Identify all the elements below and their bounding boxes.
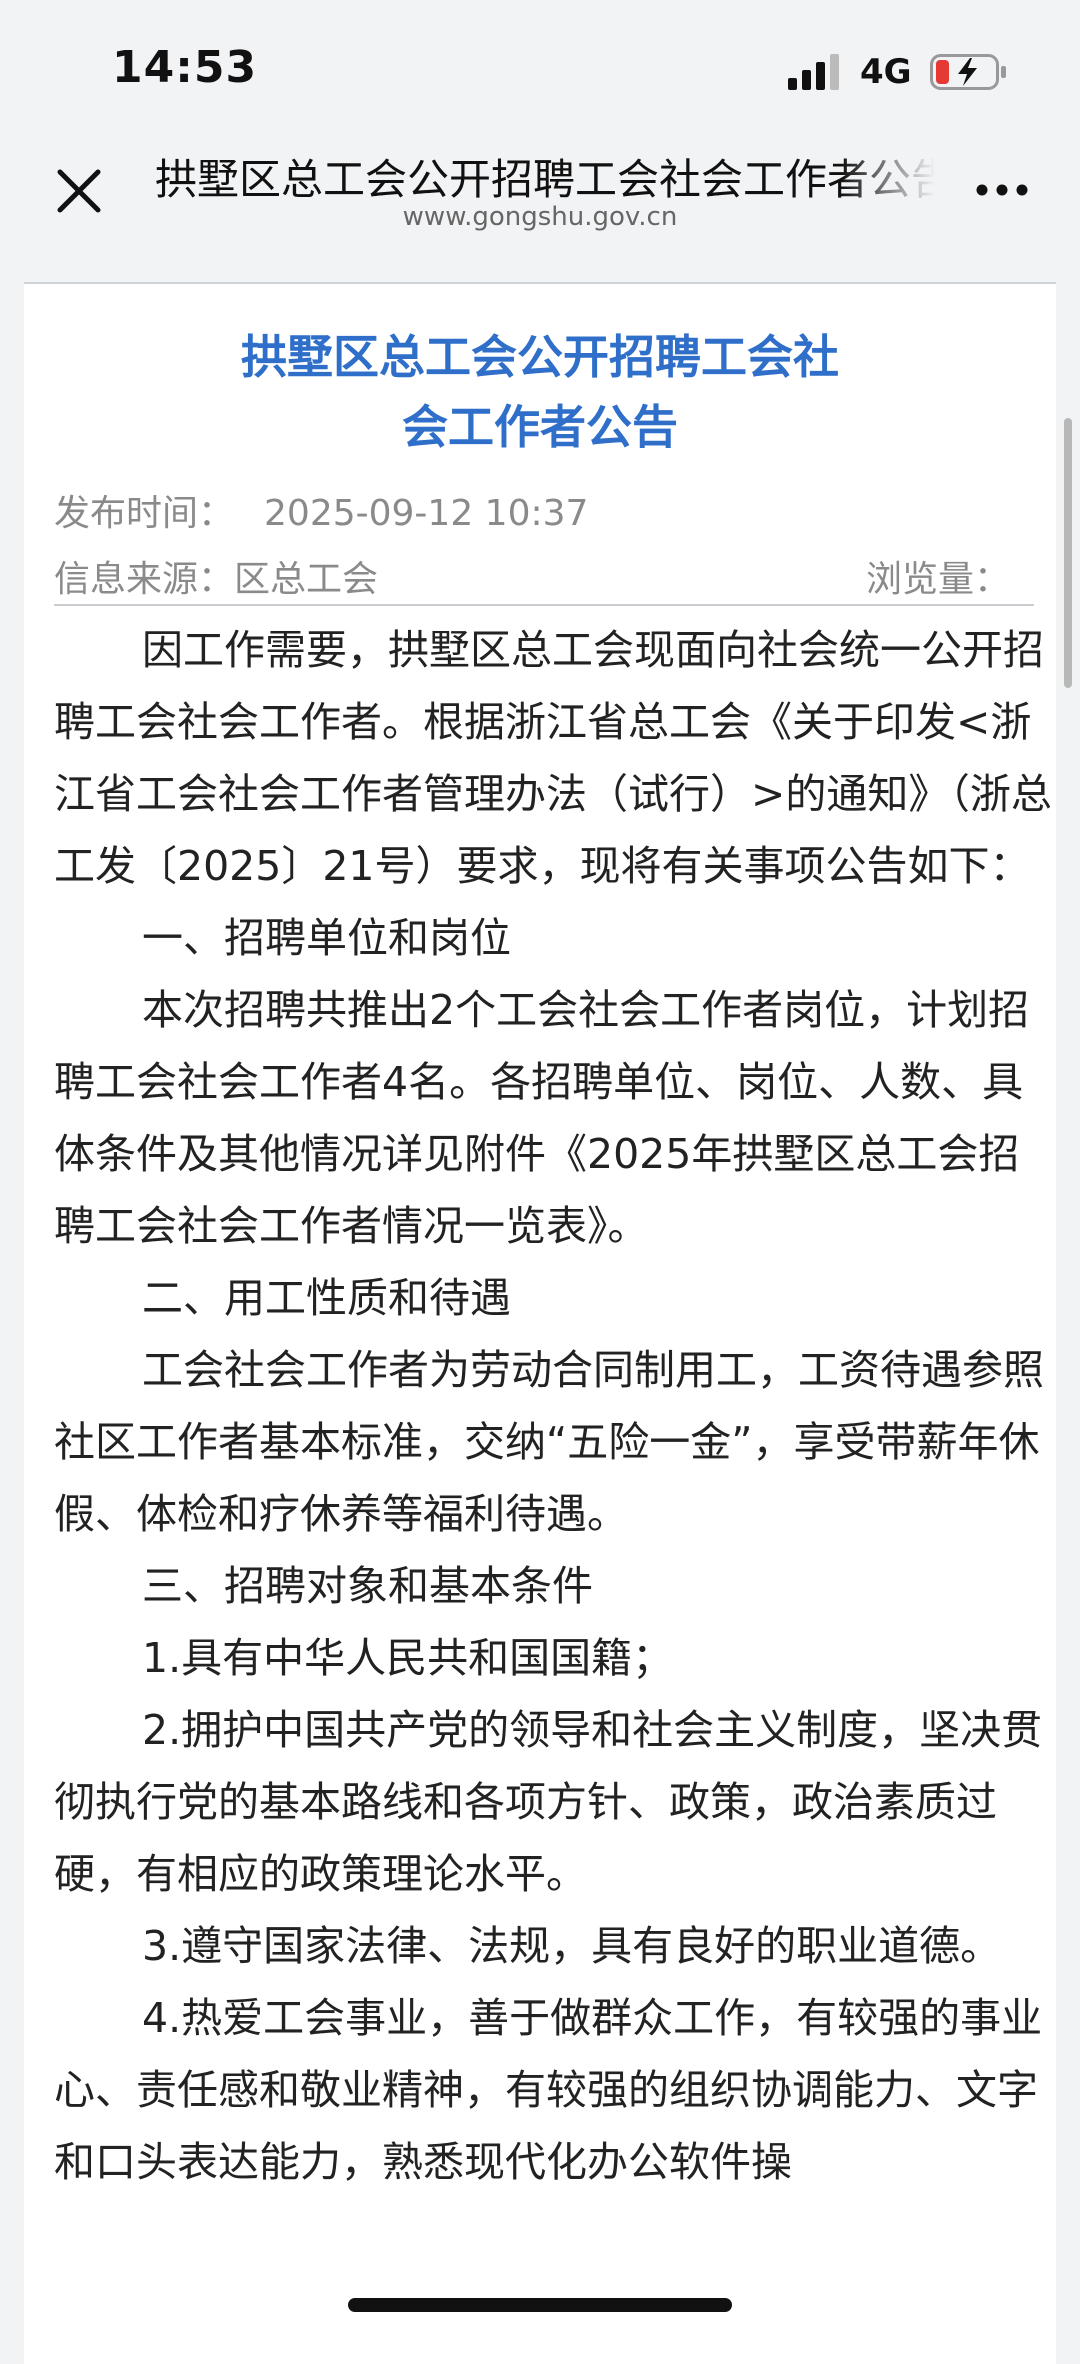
page-content: 拱墅区总工会公开招聘工会社 会工作者公告 发布时间： 2025-09-12 10:… (0, 256, 1080, 2364)
status-bar: 14:53 4G (0, 0, 1080, 140)
list-item: 4.热爱工会事业，善于做群众工作，有较强的事业心、责任感和敬业精神，有较强的组织… (54, 1994, 1043, 2186)
article-title: 拱墅区总工会公开招聘工会社 会工作者公告 (24, 284, 1056, 462)
more-icon[interactable] (972, 170, 1032, 210)
nav-title: 拱墅区总工会公开招聘工会社会工作者公告 (155, 155, 935, 204)
battery-charging-icon (930, 54, 1006, 90)
list-item: 2.拥护中国共产党的领导和社会主义制度，坚决贯彻执行党的基本路线和各项方针、政策… (54, 1706, 1043, 1898)
publish-time: 2025-09-12 10:37 (264, 493, 589, 534)
home-indicator[interactable] (348, 2298, 732, 2312)
list-item: 1.具有中华人民共和国国籍； (142, 1634, 674, 1682)
source-value: 区总工会 (234, 559, 379, 600)
article-paragraph: 工会社会工作者为劳动合同制用工，工资待遇参照社区工作者基本标准，交纳“五险一金”… (54, 1346, 1044, 1538)
views-label: 浏览量： (865, 559, 1010, 600)
article-card: 拱墅区总工会公开招聘工会社 会工作者公告 发布时间： 2025-09-12 10:… (24, 282, 1056, 2364)
nav-url: www.gongshu.gov.cn (402, 202, 678, 232)
article-title-line-2: 会工作者公告 (402, 400, 678, 454)
meta-divider (54, 604, 1034, 606)
publish-meta: 发布时间： 2025-09-12 10:37 (54, 484, 1034, 536)
section-heading: 二、用工性质和待遇 (142, 1274, 511, 1322)
section-heading: 一、招聘单位和岗位 (142, 914, 511, 962)
article-title-line-1: 拱墅区总工会公开招聘工会社 (241, 330, 839, 384)
status-time: 14:53 (112, 42, 258, 93)
network-label: 4G (860, 52, 912, 92)
article-body: 因工作需要，拱墅区总工会现面向社会统一公开招聘工会社会工作者。根据浙江省总工会《… (54, 614, 1054, 2198)
signal-icon (788, 54, 839, 90)
article-paragraph: 本次招聘共推出2个工会社会工作者岗位，计划招聘工会社会工作者4名。各招聘单位、岗… (54, 986, 1030, 1250)
publish-label: 发布时间： (54, 493, 235, 534)
scrollbar[interactable] (1064, 418, 1072, 688)
list-item: 3.遵守国家法律、法规，具有良好的职业道德。 (142, 1922, 1002, 1970)
source-label: 信息来源： (54, 559, 235, 600)
nav-bar: 拱墅区总工会公开招聘工会社会工作者公告 www.gongshu.gov.cn (0, 140, 1080, 257)
section-heading: 三、招聘对象和基本条件 (142, 1562, 593, 1610)
source-meta: 信息来源：区总工会 浏览量： (54, 550, 1034, 602)
article-paragraph: 因工作需要，拱墅区总工会现面向社会统一公开招聘工会社会工作者。根据浙江省总工会《… (54, 626, 1052, 890)
